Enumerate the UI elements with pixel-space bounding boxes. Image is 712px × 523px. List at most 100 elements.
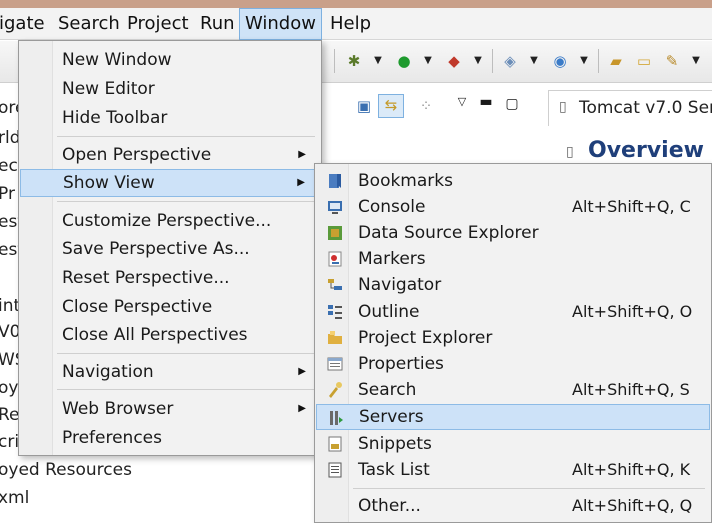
- submenu-arrow-icon: ▶: [298, 149, 306, 160]
- menu-item-label: Other...: [358, 496, 421, 516]
- show-view-outline[interactable]: Outline Alt+Shift+Q, O: [316, 299, 710, 325]
- menu-bar: igate Search Project Run Window Help: [0, 8, 712, 40]
- menu-run[interactable]: Run: [195, 8, 240, 40]
- maximize-icon[interactable]: ▢: [502, 94, 522, 114]
- menu-window[interactable]: Window: [239, 8, 322, 40]
- menu-item-label: Close All Perspectives: [62, 325, 248, 345]
- window-menu-customize-perspective[interactable]: Customize Perspective...: [20, 207, 320, 235]
- show-view-properties[interactable]: Properties: [316, 351, 710, 377]
- open-type-icon[interactable]: ▰: [606, 51, 626, 71]
- show-view-navigator[interactable]: Navigator: [316, 272, 710, 298]
- menu-item-label: Navigation: [62, 362, 154, 382]
- menu-item-label: Markers: [358, 249, 426, 269]
- minimize-icon[interactable]: ▬: [476, 92, 496, 112]
- menu-item-label: Hide Toolbar: [62, 108, 168, 128]
- menu-separator: [57, 136, 315, 137]
- menu-item-label: Preferences: [62, 428, 162, 448]
- menu-separator: [57, 389, 315, 390]
- new-server-icon[interactable]: ◈: [500, 51, 520, 71]
- console-icon: [328, 201, 342, 214]
- window-menu-open-perspective[interactable]: Open Perspective ▶: [20, 141, 320, 169]
- editor-tab-tomcat[interactable]: ▯ Tomcat v7.0 Serv: [548, 90, 712, 126]
- menu-item-label: Show View: [63, 173, 155, 193]
- show-view-task-list[interactable]: Task List Alt+Shift+Q, K: [316, 457, 710, 483]
- new-server-dropdown-icon[interactable]: ▼: [528, 51, 540, 71]
- show-view-servers[interactable]: Servers: [316, 404, 710, 430]
- menu-navigate[interactable]: igate: [0, 8, 50, 40]
- show-view-console[interactable]: Console Alt+Shift+Q, C: [316, 194, 710, 220]
- window-menu-navigation[interactable]: Navigation ▶: [20, 358, 320, 386]
- window-menu-new-window[interactable]: New Window: [20, 46, 320, 74]
- debug-dropdown-icon[interactable]: ▼: [372, 51, 384, 71]
- explorer-item[interactable]: ec: [0, 156, 18, 176]
- debug-icon[interactable]: ✱: [344, 51, 364, 71]
- submenu-arrow-icon: ▶: [297, 177, 305, 188]
- show-view-search[interactable]: Search Alt+Shift+Q, S: [316, 377, 710, 403]
- menu-item-shortcut: Alt+Shift+Q, Q: [572, 496, 693, 515]
- menu-search[interactable]: Search: [53, 8, 125, 40]
- show-view-data-source-explorer[interactable]: Data Source Explorer: [316, 220, 710, 246]
- window-menu-close-all-perspectives[interactable]: Close All Perspectives: [20, 321, 320, 349]
- window-top-border: [0, 0, 712, 8]
- explorer-item[interactable]: xml: [0, 488, 29, 508]
- search-tool-dropdown-icon[interactable]: ▼: [690, 51, 702, 71]
- servers-icon: [330, 411, 343, 425]
- menu-item-shortcut: Alt+Shift+Q, C: [572, 197, 691, 216]
- run-dropdown-icon[interactable]: ▼: [422, 51, 434, 71]
- new-class-dropdown-icon[interactable]: ▼: [578, 51, 590, 71]
- external-tools-dropdown-icon[interactable]: ▼: [472, 51, 484, 71]
- window-menu-save-perspective-as[interactable]: Save Perspective As...: [20, 235, 320, 263]
- window-menu-hide-toolbar[interactable]: Hide Toolbar: [20, 104, 320, 132]
- search-tool-icon[interactable]: ✎: [662, 51, 682, 71]
- snippets-icon: [328, 436, 342, 452]
- view-menu-icon[interactable]: ▽: [452, 92, 472, 112]
- outline-icon: [328, 305, 342, 319]
- show-view-project-explorer[interactable]: Project Explorer: [316, 325, 710, 351]
- view-options-icon[interactable]: ⁘: [416, 96, 436, 116]
- editor-tab-label: Tomcat v7.0 Serv: [579, 98, 712, 118]
- toolbar-separator: [598, 49, 599, 73]
- menu-item-label: New Editor: [62, 79, 155, 99]
- submenu-arrow-icon: ▶: [298, 366, 306, 377]
- new-class-icon[interactable]: ◉: [550, 51, 570, 71]
- collapse-all-icon[interactable]: ▣: [354, 96, 374, 116]
- menu-separator: [353, 488, 705, 489]
- menu-item-label: Task List: [358, 460, 430, 480]
- show-view-submenu: Bookmarks Console Alt+Shift+Q, C Data So…: [314, 163, 712, 523]
- open-folder-icon[interactable]: ▭: [634, 51, 654, 71]
- menu-item-label: Navigator: [358, 275, 442, 295]
- data-source-icon: [328, 226, 342, 240]
- menu-item-label: Bookmarks: [358, 171, 453, 191]
- menu-item-label: Servers: [359, 407, 424, 427]
- menu-project[interactable]: Project: [122, 8, 194, 40]
- window-menu-close-perspective[interactable]: Close Perspective: [20, 293, 320, 321]
- explorer-item[interactable]: cri: [0, 432, 19, 452]
- explorer-item[interactable]: Pr: [0, 184, 15, 204]
- menu-item-shortcut: Alt+Shift+Q, K: [572, 460, 691, 479]
- external-tools-icon[interactable]: ◆: [444, 51, 464, 71]
- menu-item-label: Customize Perspective...: [62, 211, 272, 231]
- menu-item-label: Search: [358, 380, 417, 400]
- menu-separator: [57, 353, 315, 354]
- search-icon: [329, 382, 342, 398]
- task-list-icon: [328, 462, 342, 478]
- window-menu-reset-perspective[interactable]: Reset Perspective...: [20, 264, 320, 292]
- window-menu-show-view[interactable]: Show View ▶: [20, 169, 320, 197]
- menu-item-label: Snippets: [358, 434, 432, 454]
- explorer-item[interactable]: Re: [0, 405, 20, 425]
- menu-item-label: Properties: [358, 354, 444, 374]
- window-menu-web-browser[interactable]: Web Browser ▶: [20, 395, 320, 423]
- toolbar-separator: [334, 49, 335, 73]
- menu-item-label: Reset Perspective...: [62, 268, 230, 288]
- menu-help[interactable]: Help: [325, 8, 376, 40]
- run-icon[interactable]: ●: [394, 51, 414, 71]
- show-view-snippets[interactable]: Snippets: [316, 431, 710, 457]
- window-menu-new-editor[interactable]: New Editor: [20, 75, 320, 103]
- show-view-bookmarks[interactable]: Bookmarks: [316, 168, 710, 194]
- show-view-markers[interactable]: Markers: [316, 246, 710, 272]
- show-view-other[interactable]: Other... Alt+Shift+Q, Q: [316, 493, 710, 519]
- explorer-item[interactable]: oyed Resources: [0, 460, 132, 480]
- window-menu-preferences[interactable]: Preferences: [20, 424, 320, 452]
- explorer-item[interactable]: oy: [0, 378, 18, 398]
- link-with-editor-icon[interactable]: ⇆: [378, 94, 404, 118]
